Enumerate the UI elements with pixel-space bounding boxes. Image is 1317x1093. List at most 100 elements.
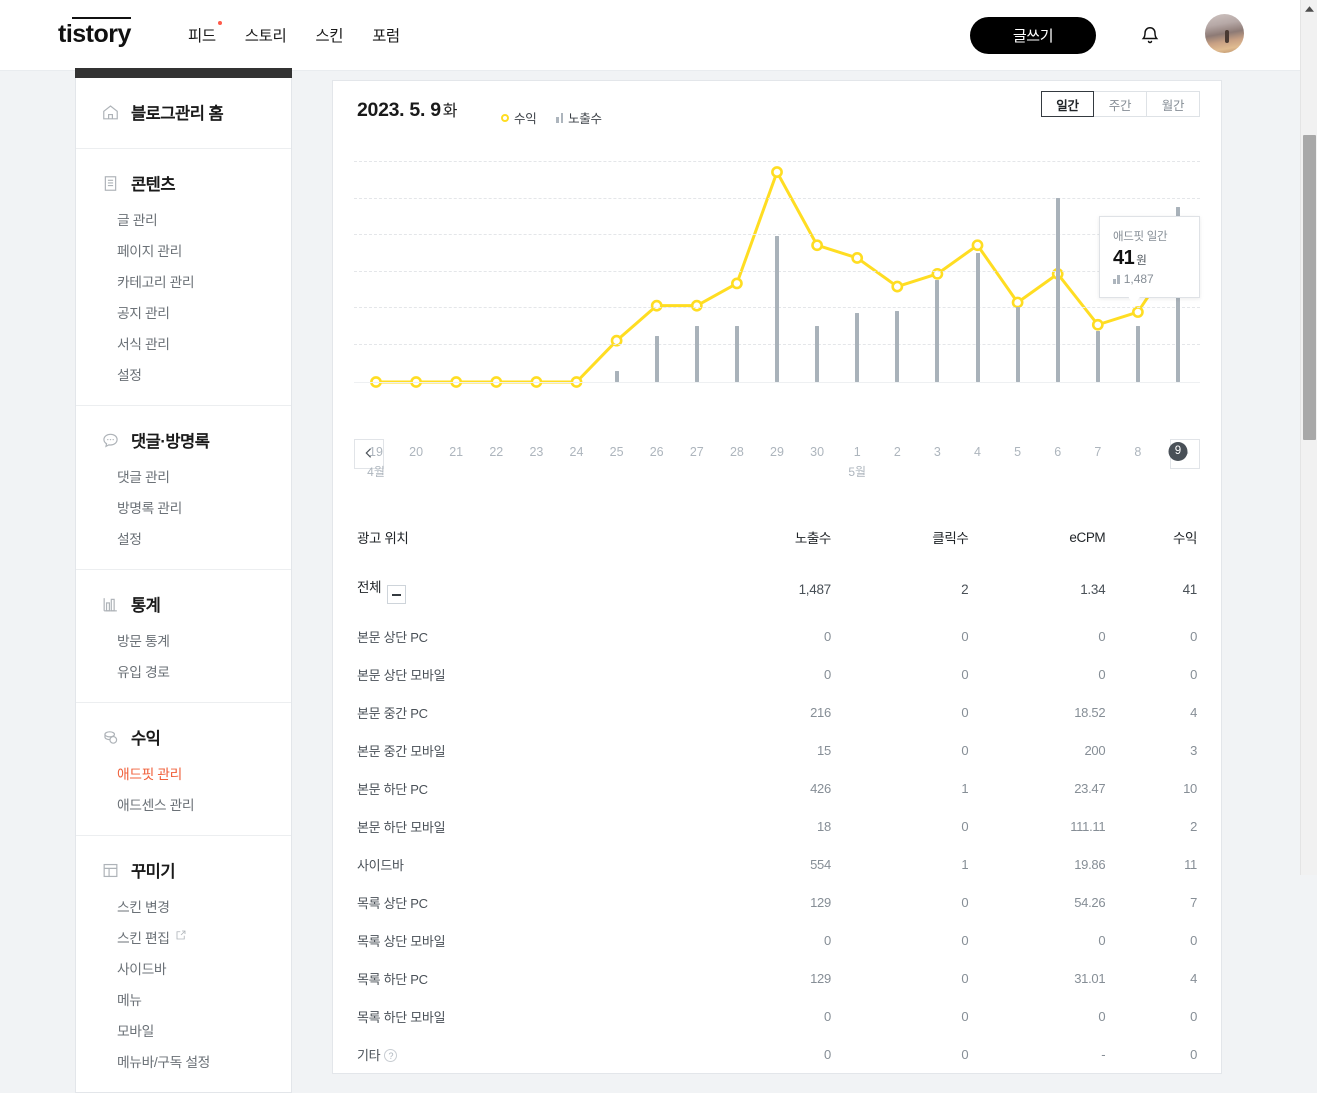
x-axis-label-9[interactable]: 28 bbox=[730, 445, 744, 459]
chart-bar[interactable] bbox=[775, 236, 779, 382]
x-axis-label-6[interactable]: 25 bbox=[610, 445, 624, 459]
minus-icon[interactable] bbox=[387, 585, 406, 604]
chart-bar[interactable] bbox=[935, 280, 939, 382]
x-axis-label-1[interactable]: 20 bbox=[409, 445, 423, 459]
chart-data-point[interactable] bbox=[813, 241, 822, 250]
legend-revenue-label: 수익 bbox=[514, 108, 536, 127]
x-axis-label-18[interactable]: 7 bbox=[1094, 445, 1101, 459]
table-row: 본문 중간 모바일1502003 bbox=[357, 731, 1197, 769]
chart-data-point[interactable] bbox=[893, 282, 902, 291]
period-tab-2[interactable]: 월간 bbox=[1147, 91, 1200, 117]
sidebar-item-3-0[interactable]: 애드핏 관리 bbox=[76, 757, 291, 788]
x-axis-label-10[interactable]: 29 bbox=[770, 445, 784, 459]
x-axis-label-4[interactable]: 23 bbox=[529, 445, 543, 459]
nav-item-2[interactable]: 스킨 bbox=[315, 24, 343, 46]
x-axis-label-5[interactable]: 24 bbox=[570, 445, 584, 459]
row-clicks: 1 bbox=[831, 845, 968, 883]
sidebar-section-header-3[interactable]: 수익 bbox=[76, 717, 291, 757]
sidebar-item-1-2[interactable]: 설정 bbox=[76, 522, 291, 553]
chart-axis-baseline bbox=[354, 382, 1200, 383]
x-axis-label-20[interactable]: 9 bbox=[1169, 442, 1188, 461]
chart-bar[interactable] bbox=[1136, 326, 1140, 382]
x-axis-label-12[interactable]: 1 bbox=[854, 445, 861, 459]
sidebar-item-4-0[interactable]: 스킨 변경 bbox=[76, 890, 291, 921]
sidebar-item-0-5[interactable]: 설정 bbox=[76, 358, 291, 389]
question-icon[interactable]: ? bbox=[384, 1049, 397, 1062]
row-impressions: 216 bbox=[693, 693, 830, 731]
chart-data-point[interactable] bbox=[772, 167, 781, 176]
sidebar-item-4-5[interactable]: 메뉴바/구독 설정 bbox=[76, 1045, 291, 1076]
chart-bar[interactable] bbox=[695, 326, 699, 382]
sidebar-item-3-1[interactable]: 애드센스 관리 bbox=[76, 788, 291, 819]
avatar[interactable] bbox=[1205, 14, 1244, 53]
sidebar-item-2-1[interactable]: 유입 경로 bbox=[76, 655, 291, 686]
sidebar-section-title: 통계 bbox=[131, 592, 160, 616]
chart-bar[interactable] bbox=[855, 313, 859, 382]
x-axis-label-14[interactable]: 3 bbox=[934, 445, 941, 459]
sidebar-section-header-4[interactable]: 꾸미기 bbox=[76, 850, 291, 890]
sidebar-item-0-1[interactable]: 페이지 관리 bbox=[76, 234, 291, 265]
chart-bar[interactable] bbox=[615, 371, 619, 382]
chart-bar[interactable] bbox=[1016, 307, 1020, 382]
x-axis-label-19[interactable]: 8 bbox=[1134, 445, 1141, 459]
x-axis-label-0[interactable]: 19 bbox=[369, 445, 383, 459]
sidebar-item-4-4[interactable]: 모바일 bbox=[76, 1014, 291, 1045]
x-axis-label-7[interactable]: 26 bbox=[650, 445, 664, 459]
nav-item-label: 포럼 bbox=[372, 28, 400, 45]
sidebar-item-4-2[interactable]: 사이드바 bbox=[76, 952, 291, 983]
period-tab-1[interactable]: 주간 bbox=[1094, 91, 1147, 117]
nav-item-3[interactable]: 포럼 bbox=[372, 24, 400, 46]
x-axis-label-17[interactable]: 6 bbox=[1054, 445, 1061, 459]
sidebar-item-1-1[interactable]: 방명록 관리 bbox=[76, 491, 291, 522]
chart-data-point[interactable] bbox=[692, 301, 701, 310]
chart-bar[interactable] bbox=[735, 326, 739, 382]
chart-bar[interactable] bbox=[895, 311, 899, 382]
chart-data-point[interactable] bbox=[1093, 320, 1102, 329]
sidebar-item-label: 설정 bbox=[117, 364, 142, 384]
chart-bar[interactable] bbox=[815, 326, 819, 382]
sidebar-item-0-2[interactable]: 카테고리 관리 bbox=[76, 265, 291, 296]
chart-data-point[interactable] bbox=[652, 301, 661, 310]
x-axis-label-13[interactable]: 2 bbox=[894, 445, 901, 459]
write-button[interactable]: 글쓰기 bbox=[970, 17, 1096, 54]
x-axis-label-3[interactable]: 22 bbox=[489, 445, 503, 459]
chart-data-point[interactable] bbox=[1133, 307, 1142, 316]
sidebar-item-0-3[interactable]: 공지 관리 bbox=[76, 296, 291, 327]
chart-bar[interactable] bbox=[1096, 331, 1100, 382]
sidebar-item-4-3[interactable]: 메뉴 bbox=[76, 983, 291, 1014]
x-axis-label-2[interactable]: 21 bbox=[449, 445, 463, 459]
chart-data-point[interactable] bbox=[1013, 298, 1022, 307]
sidebar-item-label: 스킨 편집 bbox=[117, 927, 170, 947]
page-scrollbar[interactable] bbox=[1300, 0, 1317, 875]
sidebar-item-0-4[interactable]: 서식 관리 bbox=[76, 327, 291, 358]
chart-bar[interactable] bbox=[655, 336, 659, 382]
sidebar-item-home[interactable]: 블로그관리 홈 bbox=[76, 92, 291, 132]
x-axis-label-15[interactable]: 4 bbox=[974, 445, 981, 459]
nav-item-0[interactable]: 피드 bbox=[188, 24, 216, 46]
sidebar-section-title: 꾸미기 bbox=[131, 858, 175, 882]
x-axis-label-11[interactable]: 30 bbox=[810, 445, 824, 459]
chart-bar[interactable] bbox=[976, 253, 980, 382]
period-tab-0[interactable]: 일간 bbox=[1041, 91, 1094, 117]
sidebar-item-2-0[interactable]: 방문 통계 bbox=[76, 624, 291, 655]
chart-gridline bbox=[354, 198, 1200, 199]
tistory-logo[interactable]: tistory bbox=[58, 20, 131, 49]
row-ecpm: 19.86 bbox=[968, 845, 1105, 883]
nav-item-1[interactable]: 스토리 bbox=[245, 24, 287, 46]
sidebar-item-1-0[interactable]: 댓글 관리 bbox=[76, 460, 291, 491]
bell-icon[interactable] bbox=[1139, 24, 1161, 48]
sidebar-item-0-0[interactable]: 글 관리 bbox=[76, 203, 291, 234]
sidebar-section-header-0[interactable]: 콘텐츠 bbox=[76, 163, 291, 203]
chart-bar[interactable] bbox=[1056, 198, 1060, 382]
row-ecpm: 111.11 bbox=[968, 807, 1105, 845]
chart-data-point[interactable] bbox=[732, 279, 741, 288]
sidebar-section-header-1[interactable]: 댓글·방명록 bbox=[76, 420, 291, 460]
scrollbar-thumb[interactable] bbox=[1303, 135, 1316, 440]
x-axis-label-16[interactable]: 5 bbox=[1014, 445, 1021, 459]
sidebar-section-header-2[interactable]: 통계 bbox=[76, 584, 291, 624]
x-axis-label-8[interactable]: 27 bbox=[690, 445, 704, 459]
scroll-up-icon[interactable] bbox=[1301, 0, 1317, 17]
chart-data-point[interactable] bbox=[853, 253, 862, 262]
sidebar-item-4-1[interactable]: 스킨 편집 bbox=[76, 921, 291, 952]
chart-data-point[interactable] bbox=[973, 241, 982, 250]
